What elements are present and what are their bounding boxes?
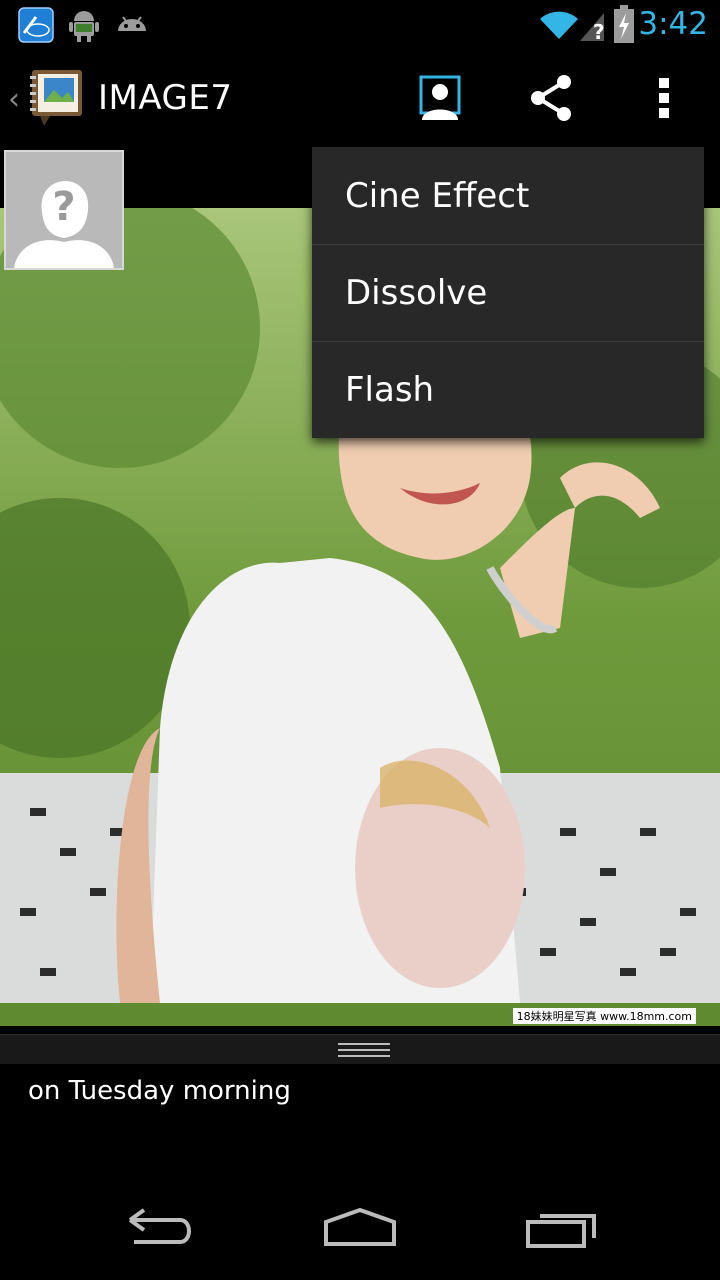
up-caret-icon[interactable]: ‹ <box>8 82 20 117</box>
overflow-icon <box>657 76 671 124</box>
contact-icon <box>418 74 462 126</box>
drawer-handle[interactable] <box>0 1034 720 1064</box>
recents-button[interactable] <box>522 1202 602 1258</box>
back-icon <box>124 1208 196 1252</box>
recents-icon <box>526 1208 598 1252</box>
share-icon <box>528 74 576 126</box>
contact-button[interactable] <box>410 70 470 130</box>
overflow-menu: Cine Effect Dissolve Flash <box>312 147 704 438</box>
photo-notebook-icon[interactable] <box>26 66 88 128</box>
battery-charging-icon <box>612 4 636 44</box>
svg-text:?: ? <box>593 20 605 43</box>
svg-text:?: ? <box>52 184 75 230</box>
android-icon <box>114 7 150 43</box>
contact-badge[interactable]: ? <box>4 150 124 270</box>
menu-item-flash[interactable]: Flash <box>312 341 704 438</box>
navigation-bar <box>0 1180 720 1280</box>
photo-credit: 18妹妹明星写真 www.18mm.com <box>512 1008 696 1024</box>
home-button[interactable] <box>320 1202 400 1258</box>
clock: 3:42 <box>638 6 708 42</box>
menu-item-cine-effect[interactable]: Cine Effect <box>312 147 704 244</box>
home-icon <box>322 1207 398 1252</box>
drag-handle-icon <box>338 1043 390 1057</box>
back-button[interactable] <box>120 1202 200 1258</box>
share-button[interactable] <box>522 70 582 130</box>
overflow-button[interactable] <box>634 70 694 130</box>
status-bar: ? 3:42 <box>0 0 720 50</box>
photo-caption: on Tuesday morning <box>28 1076 291 1106</box>
android-debug-icon <box>66 7 102 43</box>
page-title: IMAGE7 <box>98 78 233 118</box>
no-signal-icon: ? <box>578 7 606 44</box>
unknown-contact-icon: ? <box>6 152 122 272</box>
wifi-icon <box>538 7 580 43</box>
action-bar: ‹ IMAGE7 <box>0 50 720 148</box>
intel-app-icon <box>18 7 54 43</box>
menu-item-dissolve[interactable]: Dissolve <box>312 244 704 341</box>
